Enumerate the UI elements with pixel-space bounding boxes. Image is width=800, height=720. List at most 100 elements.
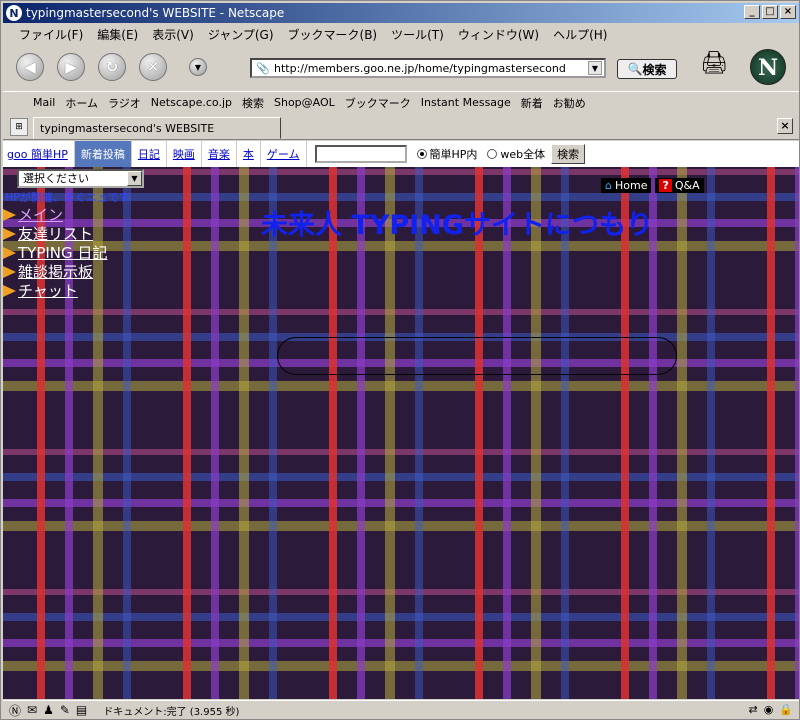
mail-icon[interactable]: ✉ xyxy=(27,703,37,717)
menu-file[interactable]: ファイル(F) xyxy=(19,26,83,43)
goo-game-link[interactable]: ゲーム xyxy=(261,141,307,167)
oval-frame xyxy=(277,337,677,375)
security-icon: ◉ xyxy=(763,703,774,716)
menu-go[interactable]: ジャンプ(G) xyxy=(208,26,274,43)
bookmark-new[interactable]: 新着 xyxy=(521,95,543,111)
url-bar[interactable]: 📎 http://members.goo.ne.jp/home/typingma… xyxy=(250,58,606,78)
reload-button[interactable]: ↻ xyxy=(98,53,126,81)
history-dropdown[interactable]: ▼ xyxy=(189,58,207,76)
chevron-down-icon: ▼ xyxy=(194,62,202,72)
bookmark-mail[interactable]: Mail xyxy=(33,96,55,109)
goo-toolbar: goo 簡単HP 新着投稿 日記 映画 音楽 本 ゲーム 簡単HP内 web全体… xyxy=(3,141,799,167)
goo-diary-link[interactable]: 日記 xyxy=(132,141,167,167)
forward-arrow-icon: ▶ xyxy=(65,58,77,76)
goo-home-link[interactable]: goo 簡単HP xyxy=(3,141,75,167)
new-tab-icon[interactable]: ⊞ xyxy=(10,118,28,136)
home-qa-links: ⌂ Home ? Q&A xyxy=(601,178,704,193)
menu-tools[interactable]: ツール(T) xyxy=(391,26,444,43)
bookmark-search[interactable]: 検索 xyxy=(242,95,264,111)
nav-item-main[interactable]: メイン xyxy=(3,205,107,224)
nav-item-bbs[interactable]: 雑談掲示板 xyxy=(3,262,107,281)
nav-item-friends[interactable]: 友達リスト xyxy=(3,224,107,243)
home-label: Home xyxy=(614,179,648,192)
close-button[interactable]: × xyxy=(780,5,796,19)
status-text: ドキュメント:完了 (3.955 秒) xyxy=(103,706,240,718)
back-button[interactable]: ◀ xyxy=(16,53,44,81)
nav-item-chat[interactable]: チャット xyxy=(3,281,107,300)
bookmark-recommend[interactable]: お勧め xyxy=(553,95,586,111)
nav-item-diary[interactable]: TYPING 日記 xyxy=(3,243,107,262)
tab-label: typingmastersecond's WEBSITE xyxy=(40,121,215,135)
maximize-button[interactable]: □ xyxy=(762,5,778,19)
composer-icon[interactable]: ✎ xyxy=(60,703,70,717)
question-icon: ? xyxy=(659,179,672,192)
goo-movie-link[interactable]: 映画 xyxy=(167,141,202,167)
nav-link-diary[interactable]: TYPING 日記 xyxy=(18,242,107,263)
minimize-button[interactable]: _ xyxy=(744,5,760,19)
search-button-label: 検索 xyxy=(642,62,667,77)
stop-button[interactable]: ✕ xyxy=(139,53,167,81)
bookmark-bookmarks[interactable]: ブックマーク xyxy=(345,95,411,111)
page-icon: 📎 xyxy=(256,62,270,75)
search-button[interactable]: 🔍 検索 xyxy=(617,59,677,79)
arrow-icon xyxy=(3,208,16,221)
nav-link-main[interactable]: メイン xyxy=(18,204,63,225)
goo-search-input[interactable] xyxy=(314,145,407,163)
home-link[interactable]: ⌂ Home xyxy=(601,178,652,193)
radio-site[interactable]: 簡単HP内 xyxy=(416,146,478,162)
tab-bar: ⊞ typingmastersecond's WEBSITE × xyxy=(3,114,799,140)
bookmark-netscape[interactable]: Netscape.co.jp xyxy=(151,96,232,109)
menu-bookmarks[interactable]: ブックマーク(B) xyxy=(288,26,378,43)
connection-icon: ⇄ xyxy=(748,703,758,716)
radio-site-dot xyxy=(416,149,427,159)
print-icon[interactable]: 🖨 xyxy=(700,51,728,76)
arrow-icon xyxy=(3,227,16,240)
bookmark-instant-message[interactable]: Instant Message xyxy=(421,96,511,109)
search-icon: 🔍 xyxy=(627,62,643,76)
close-tab-button[interactable]: × xyxy=(777,118,793,134)
back-arrow-icon: ◀ xyxy=(24,58,36,76)
arrow-icon xyxy=(3,246,16,259)
radio-site-label: 簡単HP内 xyxy=(429,148,478,161)
goo-book-link[interactable]: 本 xyxy=(237,141,261,167)
bookmark-shop[interactable]: Shop@AOL xyxy=(274,96,335,109)
site-title: 未来人 TYPINGサイトにつもり xyxy=(261,210,653,241)
site-nav: メイン 友達リスト TYPING 日記 雑談掲示板 チャット xyxy=(3,205,107,300)
address-book-icon[interactable]: ▤ xyxy=(76,703,87,717)
menu-view[interactable]: 表示(V) xyxy=(152,26,194,43)
qa-link[interactable]: ? Q&A xyxy=(655,178,704,193)
menu-window[interactable]: ウィンドウ(W) xyxy=(458,26,539,43)
goo-music-link[interactable]: 音楽 xyxy=(202,141,237,167)
radio-web-label: web全体 xyxy=(500,148,546,161)
navigation-toolbar: ◀ ▶ ↻ ✕ ▼ 📎 http://members.goo.ne.jp/hom… xyxy=(3,45,799,89)
forward-button[interactable]: ▶ xyxy=(57,53,85,81)
bookmark-radio[interactable]: ラジオ xyxy=(108,95,141,111)
goo-search-button[interactable]: 検索 xyxy=(551,144,586,164)
page-select-value: 選択ください xyxy=(23,172,89,185)
status-bar: Ⓝ ✉ ♟ ✎ ▤ ドキュメント:完了 (3.955 秒) ⇄ ◉ 🔒 xyxy=(3,700,799,719)
url-dropdown[interactable]: ▼ xyxy=(588,61,602,75)
page-select[interactable]: 選択ください ▼ xyxy=(17,169,144,188)
qa-label: Q&A xyxy=(674,179,700,192)
radio-web[interactable]: web全体 xyxy=(487,146,545,162)
window-title: typingmastersecond's WEBSITE - Netscape xyxy=(26,6,285,20)
netscape-status-icon[interactable]: Ⓝ xyxy=(9,702,21,719)
stop-icon: ✕ xyxy=(146,58,160,76)
arrow-icon xyxy=(3,265,16,278)
title-bar: N typingmastersecond's WEBSITE - Netscap… xyxy=(3,3,799,23)
nav-link-chat[interactable]: チャット xyxy=(18,280,78,301)
nav-link-friends[interactable]: 友達リスト xyxy=(18,223,93,244)
house-icon: ⌂ xyxy=(605,179,612,192)
nav-link-bbs[interactable]: 雑談掲示板 xyxy=(18,261,93,282)
lock-icon: 🔒 xyxy=(779,703,793,716)
bookmark-home[interactable]: ホーム xyxy=(65,95,98,111)
page-content: goo 簡単HP 新着投稿 日記 映画 音楽 本 ゲーム 簡単HP内 web全体… xyxy=(3,141,799,699)
url-text: http://members.goo.ne.jp/home/typingmast… xyxy=(274,61,566,75)
netscape-logo: N xyxy=(750,49,786,85)
menu-help[interactable]: ヘルプ(H) xyxy=(553,26,607,43)
aim-icon[interactable]: ♟ xyxy=(43,703,54,717)
menu-edit[interactable]: 編集(E) xyxy=(97,26,138,43)
select-dropdown-icon[interactable]: ▼ xyxy=(127,171,142,186)
goo-new-posts-link[interactable]: 新着投稿 xyxy=(74,141,132,167)
tab-active[interactable]: typingmastersecond's WEBSITE xyxy=(33,117,281,139)
